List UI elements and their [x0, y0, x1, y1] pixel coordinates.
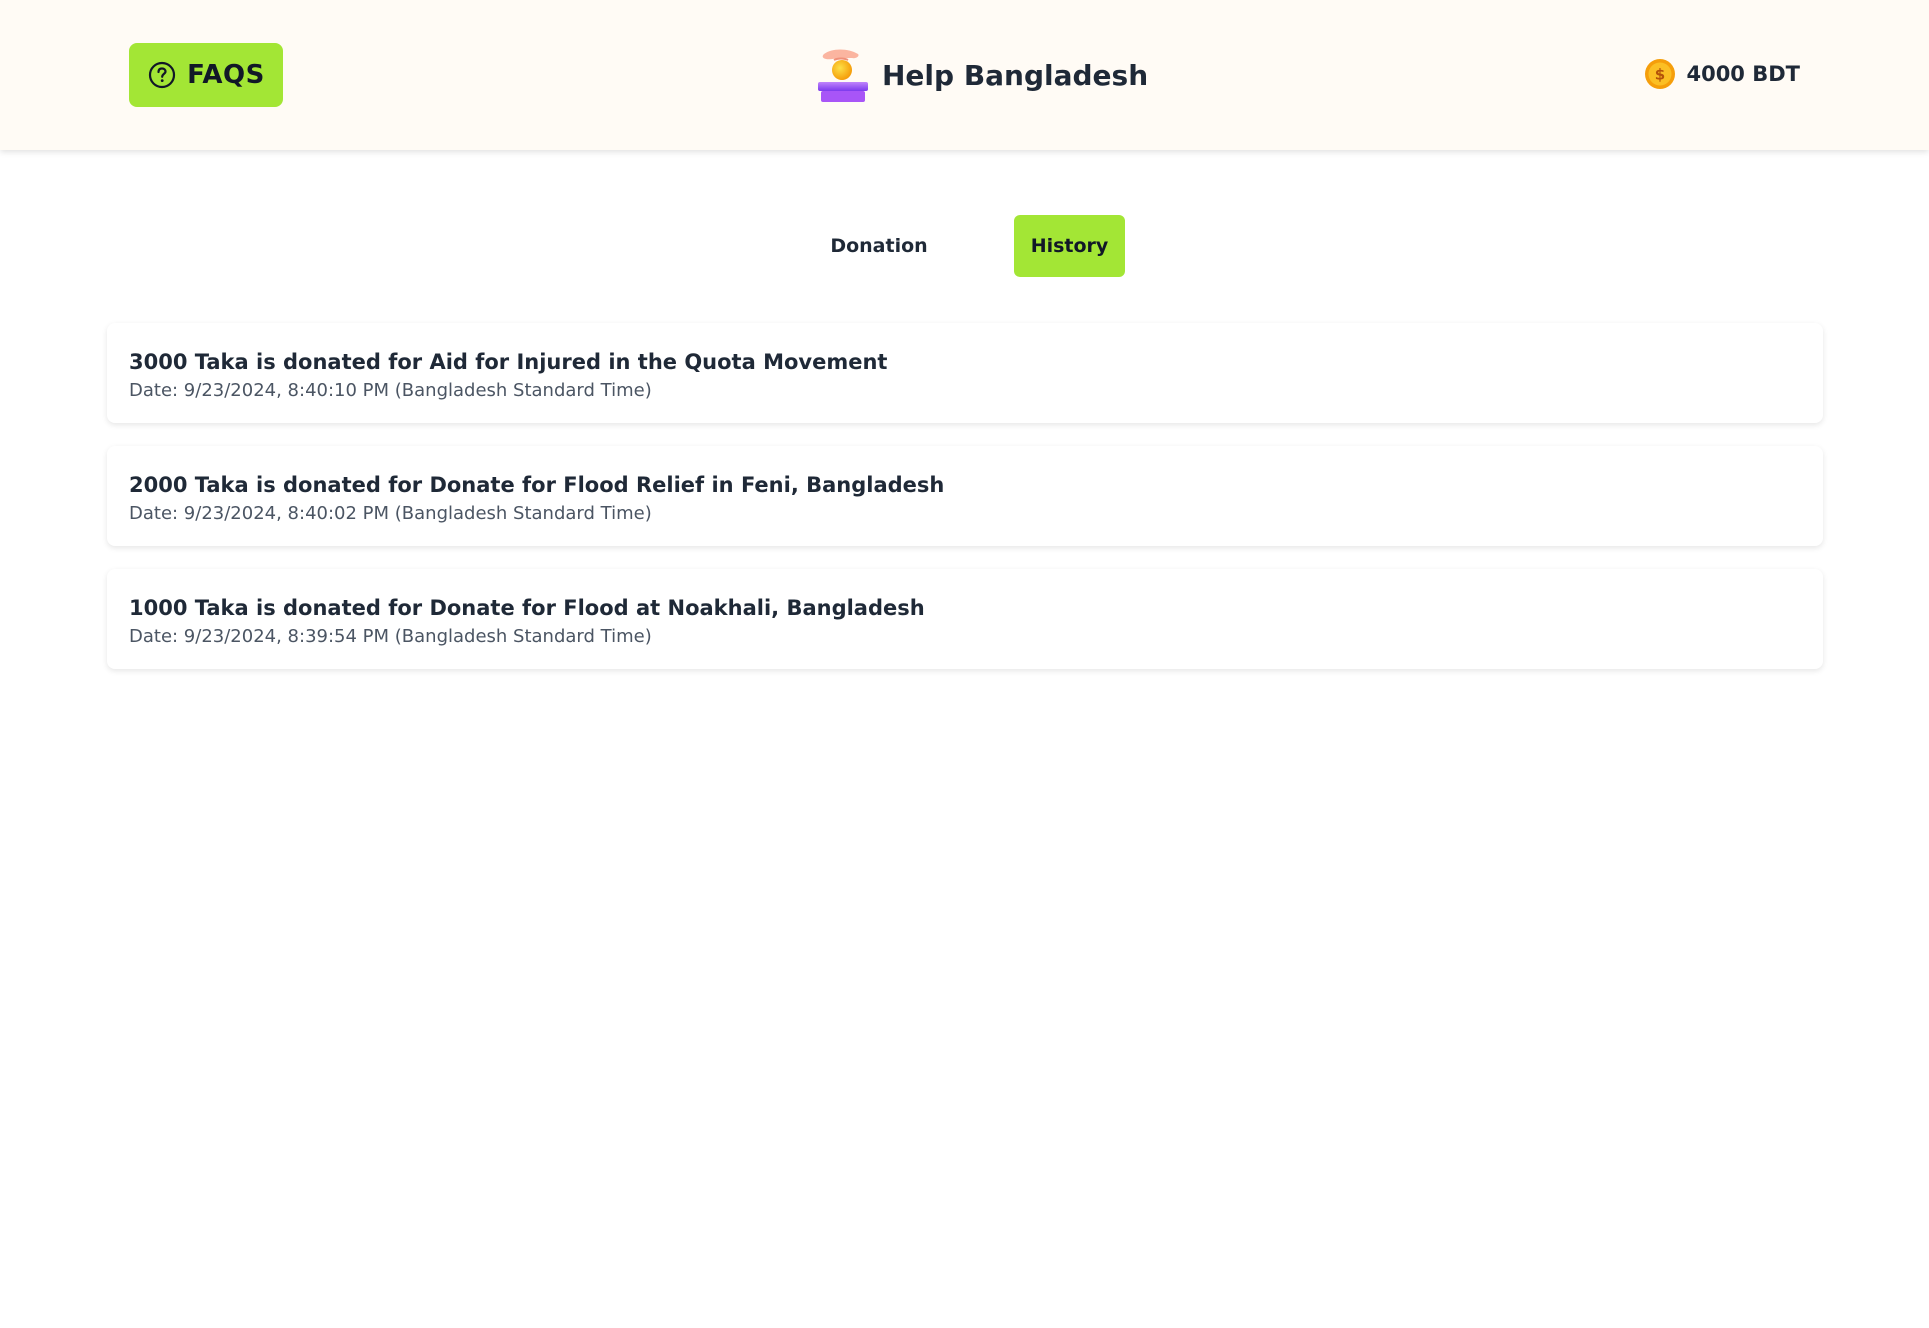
brand-title: Help Bangladesh [882, 58, 1149, 92]
gold-coin-icon: $ [1645, 59, 1676, 89]
history-description: 1000 Taka is donated for Donate for Floo… [129, 596, 925, 620]
brand: Help Bangladesh [814, 46, 1148, 104]
donation-hand-coin-icon [818, 49, 868, 102]
tab-donation[interactable]: Donation [804, 215, 954, 277]
history-item: 1000 Taka is donated for Donate for Floo… [107, 569, 1823, 669]
faqs-button[interactable]: FAQS [129, 43, 283, 107]
donation-history-list: 3000 Taka is donated for Aid for Injured… [107, 323, 1823, 692]
history-date: Date: 9/23/2024, 8:39:54 PM (Bangladesh … [129, 626, 652, 647]
history-item: 3000 Taka is donated for Aid for Injured… [107, 323, 1823, 423]
history-item: 2000 Taka is donated for Donate for Floo… [107, 446, 1823, 546]
question-circle-icon [149, 61, 176, 89]
history-description: 3000 Taka is donated for Aid for Injured… [129, 350, 888, 374]
svg-text:$: $ [1655, 66, 1665, 84]
history-date: Date: 9/23/2024, 8:40:02 PM (Bangladesh … [129, 503, 652, 524]
tab-bar: Donation History [0, 215, 1929, 277]
balance-display: $ 4000 BDT [1644, 58, 1800, 90]
tab-history[interactable]: History [1014, 215, 1125, 277]
faqs-label: FAQS [187, 60, 265, 90]
site-header: FAQS Help Bangladesh $ 4000 BDT [0, 0, 1929, 150]
history-description: 2000 Taka is donated for Donate for Floo… [129, 473, 945, 497]
balance-amount: 4000 BDT [1686, 62, 1800, 86]
history-date: Date: 9/23/2024, 8:40:10 PM (Bangladesh … [129, 380, 652, 401]
